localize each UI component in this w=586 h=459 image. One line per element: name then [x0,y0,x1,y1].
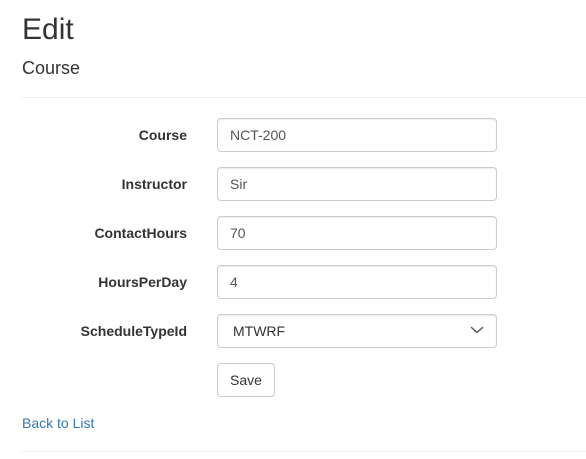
form-row-hours-per-day: HoursPerDay [22,265,586,299]
schedule-type-selected-value: MTWRF [233,323,286,339]
instructor-label: Instructor [121,176,187,192]
hours-per-day-label: HoursPerDay [98,274,187,290]
instructor-input[interactable] [217,167,497,201]
divider-top [22,97,586,98]
page-title: Edit [22,13,74,46]
schedule-type-label: ScheduleTypeId [80,323,187,339]
form-row-schedule-type: ScheduleTypeId MTWRF [22,314,586,348]
form-row-course: Course [22,118,586,152]
contact-hours-label: ContactHours [94,225,187,241]
edit-page: Edit Course Course Instructor ContactHou… [22,0,586,459]
contact-hours-input[interactable] [217,216,497,250]
form-row-actions: Save [22,363,586,397]
page-subtitle: Course [22,58,81,78]
form-row-contact-hours: ContactHours [22,216,586,250]
divider-bottom [22,451,586,452]
course-label: Course [138,127,187,143]
course-input[interactable] [217,118,497,152]
chevron-down-icon [470,326,484,334]
schedule-type-select[interactable]: MTWRF [217,314,497,348]
form-row-instructor: Instructor [22,167,586,201]
hours-per-day-input[interactable] [217,265,497,299]
save-button[interactable]: Save [217,363,275,397]
back-to-list-link[interactable]: Back to List [22,413,94,433]
